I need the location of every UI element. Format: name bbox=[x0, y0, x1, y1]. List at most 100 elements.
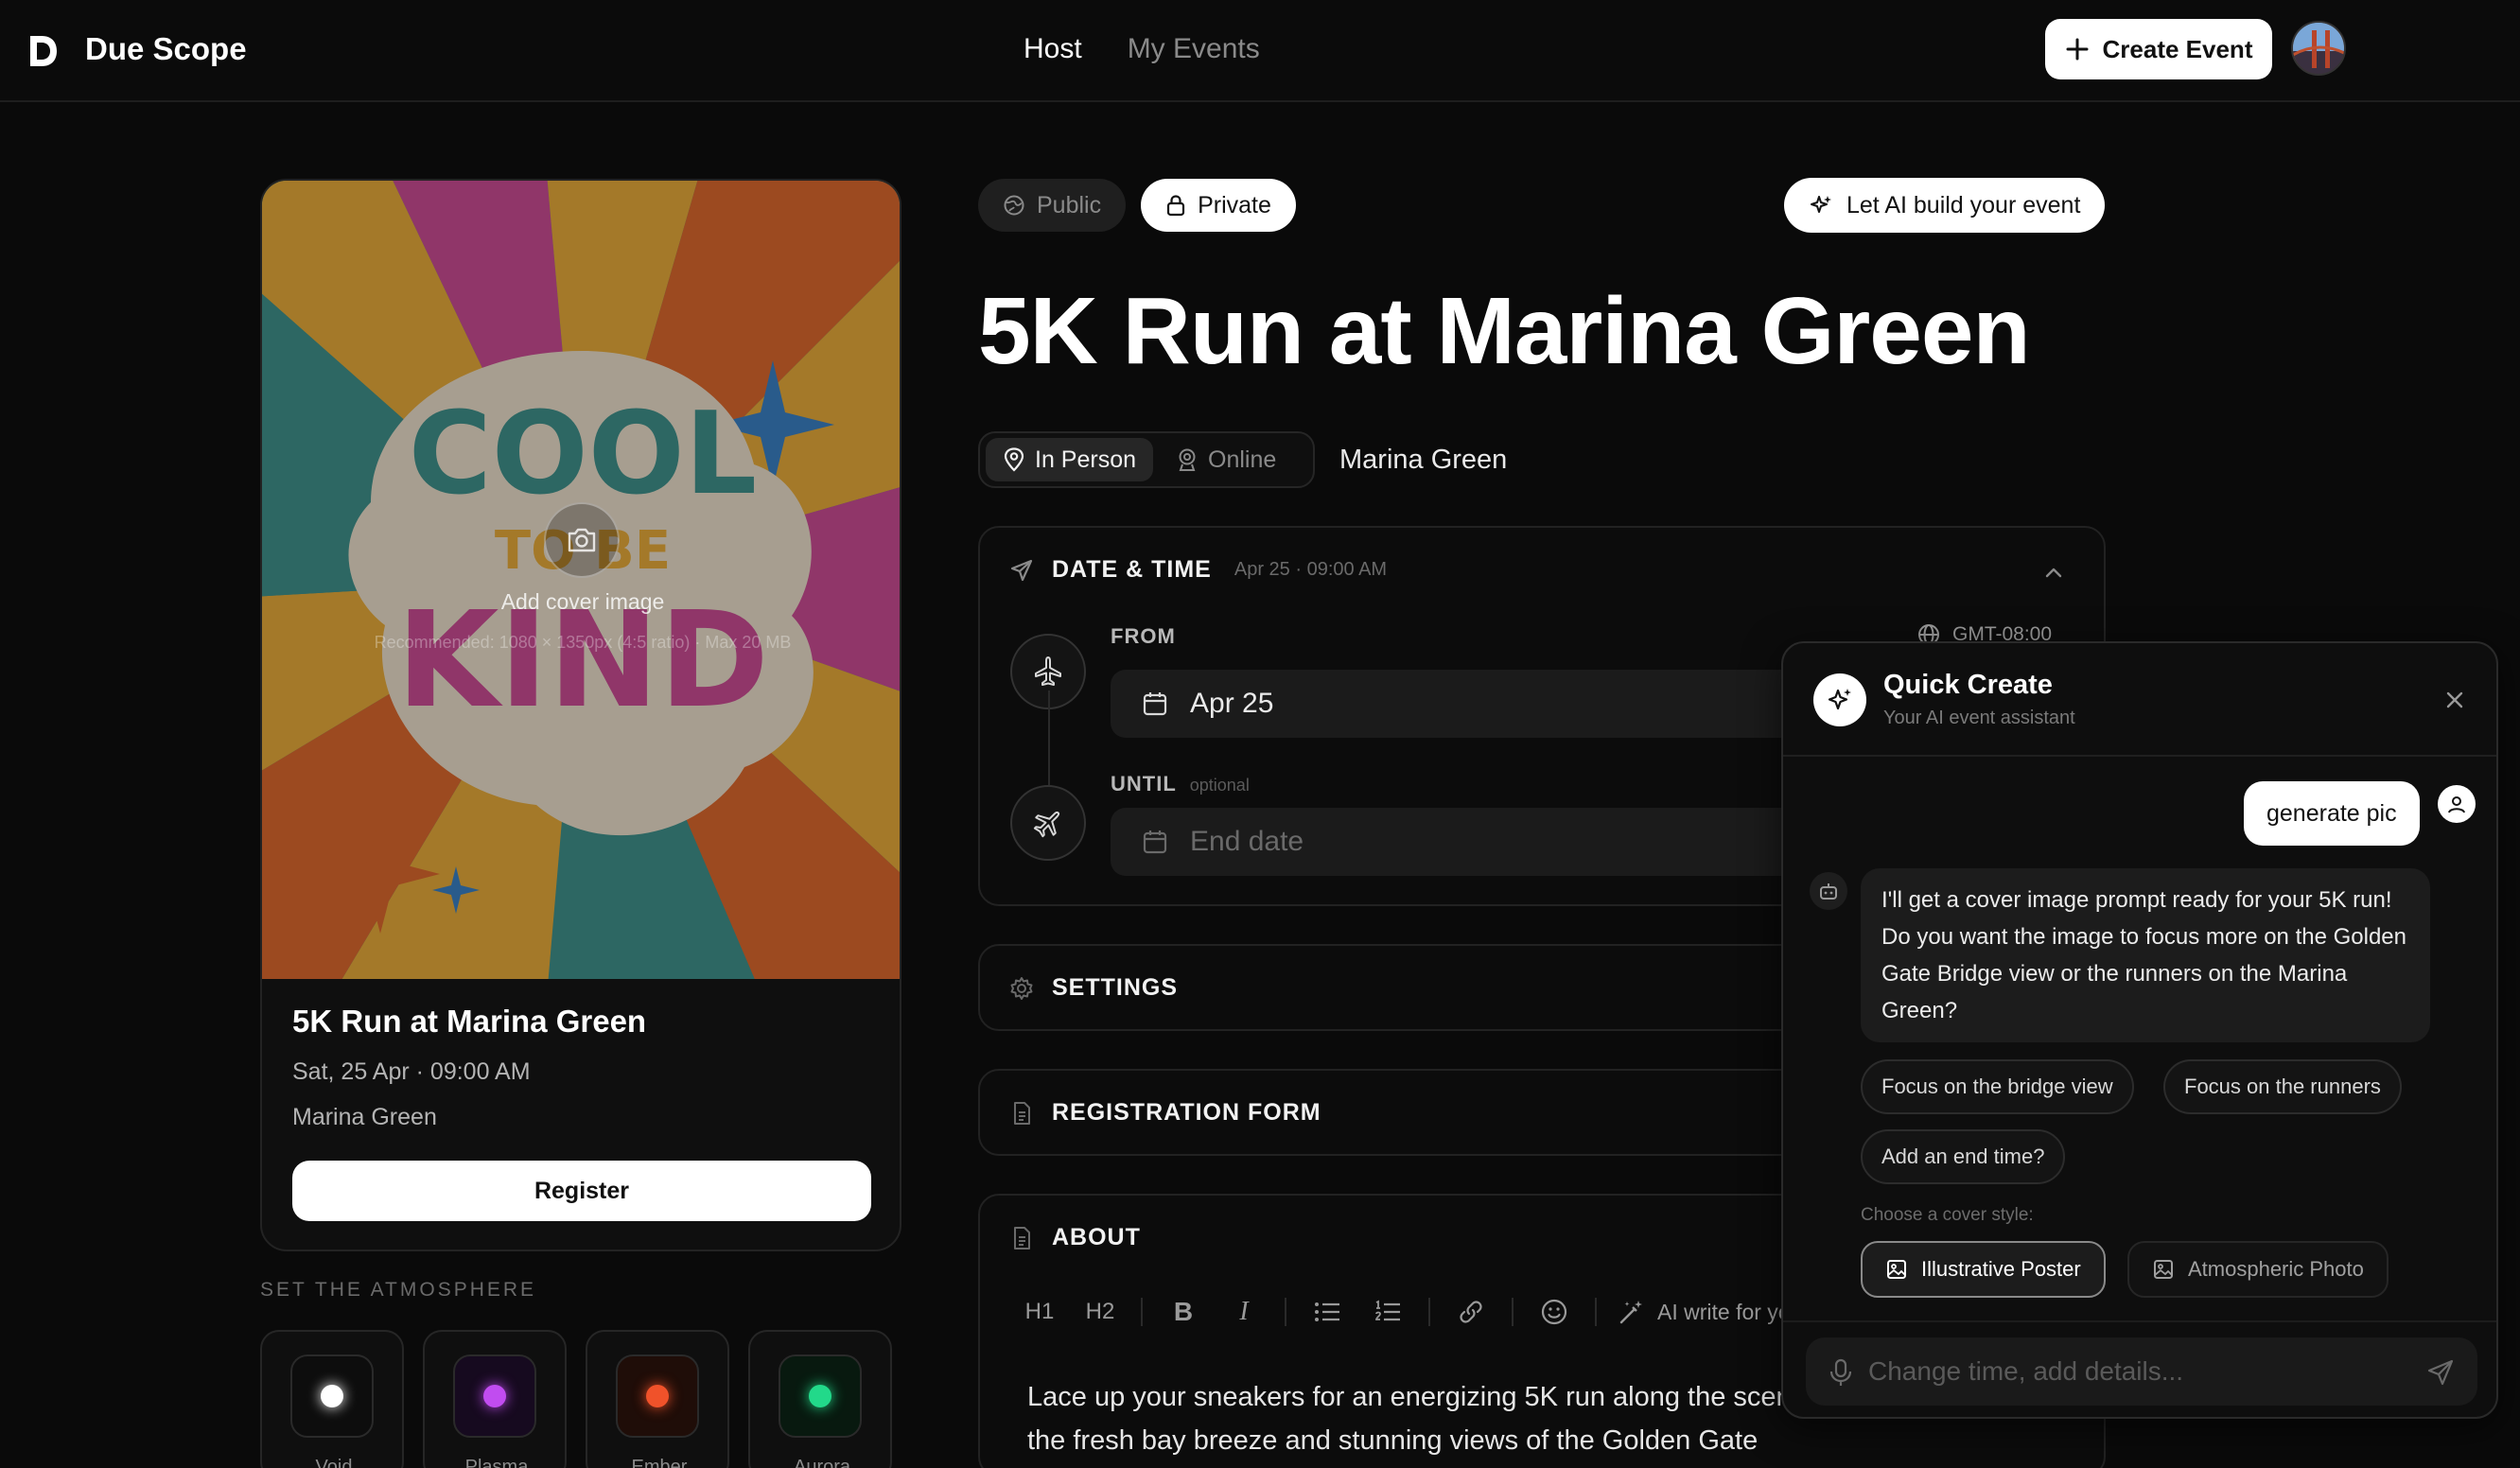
numbered-list-icon[interactable] bbox=[1368, 1292, 1408, 1332]
user-icon bbox=[2438, 785, 2476, 823]
ai-build-label: Let AI build your event bbox=[1846, 191, 2081, 218]
style-atmospheric-label: Atmospheric Photo bbox=[2188, 1257, 2364, 1281]
add-cover-label[interactable]: Add cover image bbox=[262, 589, 900, 615]
event-preview-card: COOL TO BE KIND Add cover image Recommen… bbox=[260, 179, 901, 1251]
visibility-toggle: Public Private bbox=[978, 179, 1296, 232]
send-icon bbox=[1008, 557, 1035, 584]
preview-date: Sat, 25 Apr · 09:00 AM bbox=[292, 1058, 531, 1085]
cover-overlay bbox=[262, 181, 900, 979]
ai-write-button[interactable]: AI write for you bbox=[1618, 1298, 1802, 1326]
in-person-option[interactable]: In Person bbox=[986, 438, 1154, 481]
create-event-label: Create Event bbox=[2102, 34, 2253, 63]
preview-title: 5K Run at Marina Green bbox=[292, 1004, 647, 1039]
in-person-label: In Person bbox=[1035, 446, 1137, 473]
private-option[interactable]: Private bbox=[1141, 179, 1296, 232]
gear-icon bbox=[1008, 975, 1035, 1002]
atmosphere-swatch bbox=[616, 1354, 699, 1438]
atmosphere-name: Void bbox=[315, 1457, 353, 1468]
close-icon[interactable] bbox=[2436, 681, 2474, 719]
editor-toolbar: H1 H2 B I AI write for you bbox=[1020, 1292, 1802, 1332]
atmosphere-void[interactable]: Void bbox=[260, 1330, 404, 1468]
registration-form-header: REGISTRATION FORM bbox=[1008, 1099, 1321, 1127]
lock-icon bbox=[1165, 194, 1186, 217]
document-icon bbox=[1008, 1225, 1035, 1251]
emoji-icon[interactable] bbox=[1534, 1292, 1574, 1332]
user-avatar[interactable] bbox=[2291, 21, 2346, 76]
image-icon bbox=[1885, 1258, 1908, 1281]
bullet-list-icon[interactable] bbox=[1307, 1292, 1347, 1332]
send-icon[interactable] bbox=[2426, 1358, 2455, 1387]
microphone-icon[interactable] bbox=[1829, 1358, 1853, 1387]
about-title: ABOUT bbox=[1052, 1224, 1141, 1250]
suggestion-chip-bridge[interactable]: Focus on the bridge view bbox=[1861, 1059, 2134, 1114]
date-time-summary: Apr 25 · 09:00 AM bbox=[1234, 559, 1388, 580]
heading-1-button[interactable]: H1 bbox=[1020, 1292, 1059, 1332]
quick-create-input-box bbox=[1806, 1337, 2477, 1406]
settings-header: SETTINGS bbox=[1008, 974, 1178, 1002]
quick-create-title: Quick Create bbox=[1883, 670, 2053, 700]
bold-button[interactable]: B bbox=[1164, 1292, 1203, 1332]
document-icon bbox=[1008, 1100, 1035, 1127]
nav-host[interactable]: Host bbox=[1024, 30, 1082, 68]
atmosphere-dot bbox=[321, 1385, 343, 1407]
private-label: Private bbox=[1198, 191, 1271, 218]
cover-recommendation: Recommended: 1080 × 1350px (4:5 ratio) ·… bbox=[374, 633, 792, 652]
cover-image-area[interactable]: COOL TO BE KIND Add cover image Recommen… bbox=[262, 181, 900, 979]
top-header: Due Scope Host My Events Create Event bbox=[0, 0, 2520, 102]
nav-my-events[interactable]: My Events bbox=[1128, 30, 1260, 68]
chevron-up-icon[interactable] bbox=[2041, 560, 2066, 585]
public-option[interactable]: Public bbox=[978, 179, 1127, 232]
until-label-text: UNTIL bbox=[1111, 772, 1177, 795]
atmosphere-aurora[interactable]: Aurora bbox=[748, 1330, 892, 1468]
sparkles-icon bbox=[1813, 673, 1866, 726]
atmosphere-name: Aurora bbox=[793, 1457, 851, 1468]
atmosphere-options: Void Plasma Ember Aurora bbox=[260, 1330, 892, 1468]
logo-icon[interactable] bbox=[28, 32, 59, 70]
atmosphere-dot bbox=[646, 1385, 669, 1407]
location-mode-toggle: In Person Online bbox=[978, 431, 1315, 488]
register-button[interactable]: Register bbox=[292, 1161, 871, 1221]
assistant-message: I'll get a cover image prompt ready for … bbox=[1861, 868, 2430, 1042]
toolbar-divider bbox=[1285, 1298, 1286, 1326]
map-pin-icon bbox=[1003, 447, 1025, 472]
until-label: UNTIL optional bbox=[1111, 772, 1250, 796]
bot-icon bbox=[1810, 872, 1847, 910]
image-icon bbox=[2152, 1258, 2175, 1281]
online-option[interactable]: Online bbox=[1159, 438, 1293, 481]
settings-title: SETTINGS bbox=[1052, 974, 1179, 1001]
atmosphere-plasma[interactable]: Plasma bbox=[423, 1330, 567, 1468]
atmosphere-dot bbox=[809, 1385, 831, 1407]
timeline-connector bbox=[1048, 690, 1050, 785]
suggestion-chip-end-time[interactable]: Add an end time? bbox=[1861, 1129, 2066, 1184]
quick-create-panel: Quick Create Your AI event assistant gen… bbox=[1781, 641, 2498, 1419]
heading-2-button[interactable]: H2 bbox=[1080, 1292, 1120, 1332]
until-date-placeholder: End date bbox=[1190, 826, 1304, 857]
about-header: ABOUT bbox=[1008, 1224, 1141, 1251]
link-icon[interactable] bbox=[1451, 1292, 1491, 1332]
registration-form-title: REGISTRATION FORM bbox=[1052, 1099, 1321, 1126]
location-input[interactable]: Marina Green bbox=[1339, 445, 1507, 476]
event-title-input[interactable]: 5K Run at Marina Green bbox=[978, 274, 2031, 388]
ai-build-button[interactable]: Let AI build your event bbox=[1784, 178, 2106, 233]
globe-icon bbox=[1003, 194, 1025, 217]
style-atmospheric-photo[interactable]: Atmospheric Photo bbox=[2127, 1241, 2389, 1298]
atmosphere-swatch bbox=[453, 1354, 536, 1438]
toolbar-divider bbox=[1428, 1298, 1430, 1326]
create-event-button[interactable]: Create Event bbox=[2045, 19, 2272, 79]
date-time-header[interactable]: DATE & TIME Apr 25 · 09:00 AM bbox=[1008, 556, 1387, 584]
online-label: Online bbox=[1208, 446, 1277, 473]
style-illustrative-poster[interactable]: Illustrative Poster bbox=[1861, 1241, 2106, 1298]
main-nav: Host My Events bbox=[1024, 30, 1260, 68]
brand-name[interactable]: Due Scope bbox=[85, 28, 247, 70]
camera-icon[interactable] bbox=[544, 502, 620, 578]
quick-create-input[interactable] bbox=[1868, 1337, 2398, 1406]
suggestion-chip-runners[interactable]: Focus on the runners bbox=[2163, 1059, 2402, 1114]
plus-icon bbox=[2065, 37, 2090, 61]
atmosphere-swatch bbox=[290, 1354, 374, 1438]
toolbar-divider bbox=[1595, 1298, 1597, 1326]
date-time-title: DATE & TIME bbox=[1052, 556, 1212, 583]
atmosphere-name: Plasma bbox=[464, 1457, 529, 1468]
atmosphere-ember[interactable]: Ember bbox=[586, 1330, 729, 1468]
public-label: Public bbox=[1037, 191, 1102, 218]
italic-button[interactable]: I bbox=[1224, 1292, 1264, 1332]
